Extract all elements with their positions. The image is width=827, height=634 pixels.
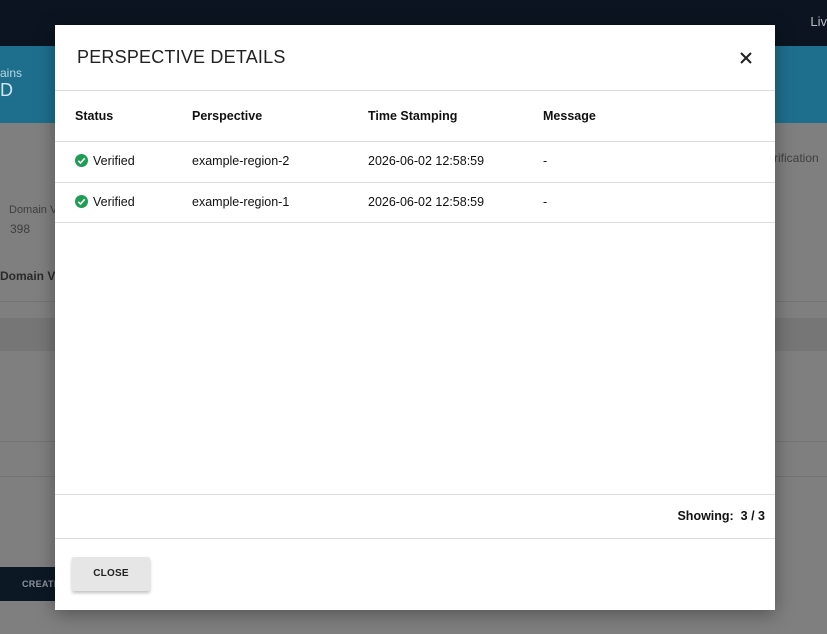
banner-value: D — [0, 80, 13, 100]
create-button[interactable]: CREATI — [0, 567, 60, 601]
message-cell: - — [543, 195, 548, 209]
time-stamp-cell: 2026-06-02 12:58:59 — [368, 154, 485, 168]
perspective-cell: example-region-1 — [192, 195, 290, 209]
topbar-user-menu[interactable]: Liv — [810, 14, 827, 29]
column-header-status[interactable]: Status — [75, 109, 113, 123]
divider — [55, 494, 775, 495]
pagination-info: Showing: 3 / 3 — [677, 509, 765, 523]
create-button-label: CREATI — [22, 579, 57, 589]
showing-value: 3 / 3 — [740, 509, 765, 523]
close-button[interactable]: CLOSE — [72, 557, 150, 591]
check-circle-icon — [75, 154, 88, 167]
side-tab-label[interactable]: rification — [774, 151, 819, 165]
divider — [55, 222, 775, 223]
column-header-perspective[interactable]: Perspective — [192, 109, 262, 123]
divider — [55, 538, 775, 539]
field-label: Domain V — [9, 204, 58, 216]
showing-label: Showing: — [677, 509, 734, 523]
status-text: Verified — [93, 154, 135, 168]
banner-subtitle: ains — [0, 66, 23, 80]
check-circle-icon — [75, 195, 88, 208]
column-header-message[interactable]: Message — [543, 109, 596, 123]
modal-title: PERSPECTIVE DETAILS — [77, 47, 286, 67]
perspective-cell: example-region-2 — [192, 154, 290, 168]
section-heading: Domain Ve — [0, 269, 62, 283]
time-stamp-cell: 2026-06-02 12:58:59 — [368, 195, 485, 209]
column-header-time-stamping[interactable]: Time Stamping — [368, 109, 457, 123]
message-cell: - — [543, 154, 548, 168]
status-text: Verified — [93, 195, 135, 209]
divider — [55, 141, 775, 142]
perspective-details-modal: PERSPECTIVE DETAILS Status Perspective T… — [55, 25, 775, 610]
field-value: 398 — [10, 222, 31, 236]
divider — [55, 182, 775, 183]
close-icon[interactable] — [735, 47, 757, 69]
divider — [55, 90, 775, 91]
